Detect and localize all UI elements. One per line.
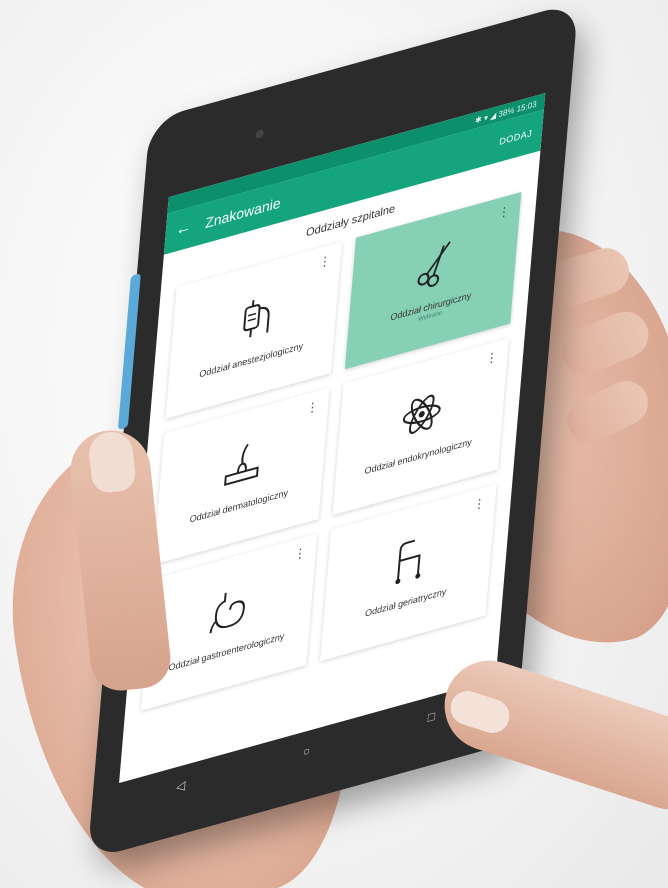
more-vert-icon[interactable]: ⋮ — [473, 495, 486, 513]
camera-icon — [255, 128, 265, 140]
back-nav-icon[interactable]: ◁ — [176, 778, 186, 795]
pressing-finger — [432, 648, 668, 822]
more-vert-icon[interactable]: ⋮ — [498, 203, 511, 221]
tile-label: Oddział endokrynologiczny — [364, 436, 473, 477]
hair-follicle-icon — [224, 443, 259, 487]
tile-label: Oddział geriatryczny — [364, 586, 447, 619]
tile-label: Oddział gastroenterologiczny — [168, 630, 285, 674]
atom-icon — [402, 394, 441, 434]
stomach-icon — [209, 592, 245, 634]
more-vert-icon[interactable]: ⋮ — [485, 349, 498, 367]
arrow-left-icon[interactable]: ← — [175, 218, 192, 241]
tile-label: Oddział dermatologiczny — [189, 487, 289, 525]
iv-drip-icon — [243, 299, 270, 338]
recent-nav-icon[interactable]: □ — [427, 709, 435, 725]
photo-scene: ✱ ▾ ◢ 38% 15:03 ← Znakowanie DODAJ Oddzi… — [0, 0, 668, 888]
tile-label: Oddział anestezjologiczny — [198, 340, 304, 380]
home-nav-icon[interactable]: ○ — [302, 743, 310, 759]
more-vert-icon[interactable]: ⋮ — [318, 253, 331, 271]
more-vert-icon[interactable]: ⋮ — [306, 399, 319, 417]
walker-icon — [395, 539, 421, 585]
scissors-icon — [417, 241, 451, 288]
more-vert-icon[interactable]: ⋮ — [293, 544, 306, 562]
tablet-side-accent — [117, 273, 141, 431]
add-button[interactable]: DODAJ — [499, 128, 533, 147]
